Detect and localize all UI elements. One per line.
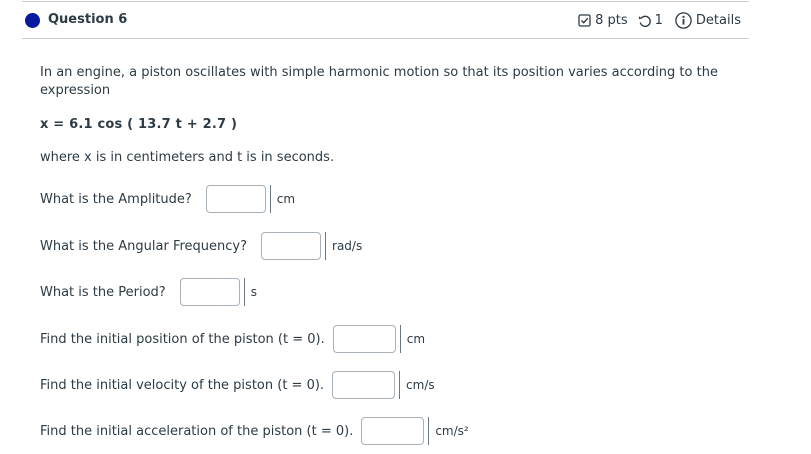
initial-position-row: Find the initial position of the piston … xyxy=(40,325,425,353)
initial-position-input[interactable] xyxy=(332,325,396,353)
initial-velocity-unit: cm/s xyxy=(399,371,435,399)
initial-acceleration-input[interactable] xyxy=(361,417,425,445)
period-input[interactable] xyxy=(179,278,240,306)
angular-frequency-input[interactable] xyxy=(261,232,322,260)
question-header: Question 6 8 pts 1 Details xyxy=(22,1,749,39)
question-meta: 8 pts 1 Details xyxy=(578,12,741,29)
initial-position-unit: cm xyxy=(399,325,425,353)
initial-velocity-prompt: Find the initial velocity of the piston … xyxy=(40,377,325,393)
details-link[interactable]: Details xyxy=(675,12,741,29)
question-title: Question 6 xyxy=(48,12,128,27)
angular-frequency-unit: rad/s xyxy=(325,232,362,260)
initial-acceleration-unit: cm/s² xyxy=(428,417,469,445)
formula: x = 6.1 cos ( 13.7 t + 2.7 ) xyxy=(40,117,238,132)
amplitude-prompt: What is the Amplitude? xyxy=(40,191,192,207)
question-intro: In an engine, a piston oscillates with s… xyxy=(40,65,718,98)
period-row: What is the Period? s xyxy=(40,278,257,306)
checkbox-icon xyxy=(578,14,591,27)
details-label: Details xyxy=(695,13,741,28)
tries-count: 1 xyxy=(654,13,663,28)
amplitude-row: What is the Amplitude? cm xyxy=(40,185,295,213)
initial-velocity-input[interactable] xyxy=(332,371,396,399)
question-status-dot xyxy=(25,13,40,28)
angular-frequency-prompt: What is the Angular Frequency? xyxy=(40,238,248,254)
retry-icon xyxy=(638,14,652,28)
points-label: 8 pts xyxy=(595,13,628,28)
variable-description: where x is in centimeters and t is in se… xyxy=(40,150,335,165)
info-icon xyxy=(675,12,692,29)
angular-frequency-row: What is the Angular Frequency? rad/s xyxy=(40,232,362,260)
period-prompt: What is the Period? xyxy=(40,284,166,300)
initial-position-prompt: Find the initial position of the piston … xyxy=(40,331,325,347)
amplitude-unit: cm xyxy=(269,185,295,213)
initial-acceleration-row: Find the initial acceleration of the pis… xyxy=(40,417,469,445)
period-unit: s xyxy=(243,278,257,306)
amplitude-input[interactable] xyxy=(205,185,266,213)
initial-acceleration-prompt: Find the initial acceleration of the pis… xyxy=(40,423,354,439)
initial-velocity-row: Find the initial velocity of the piston … xyxy=(40,371,435,399)
